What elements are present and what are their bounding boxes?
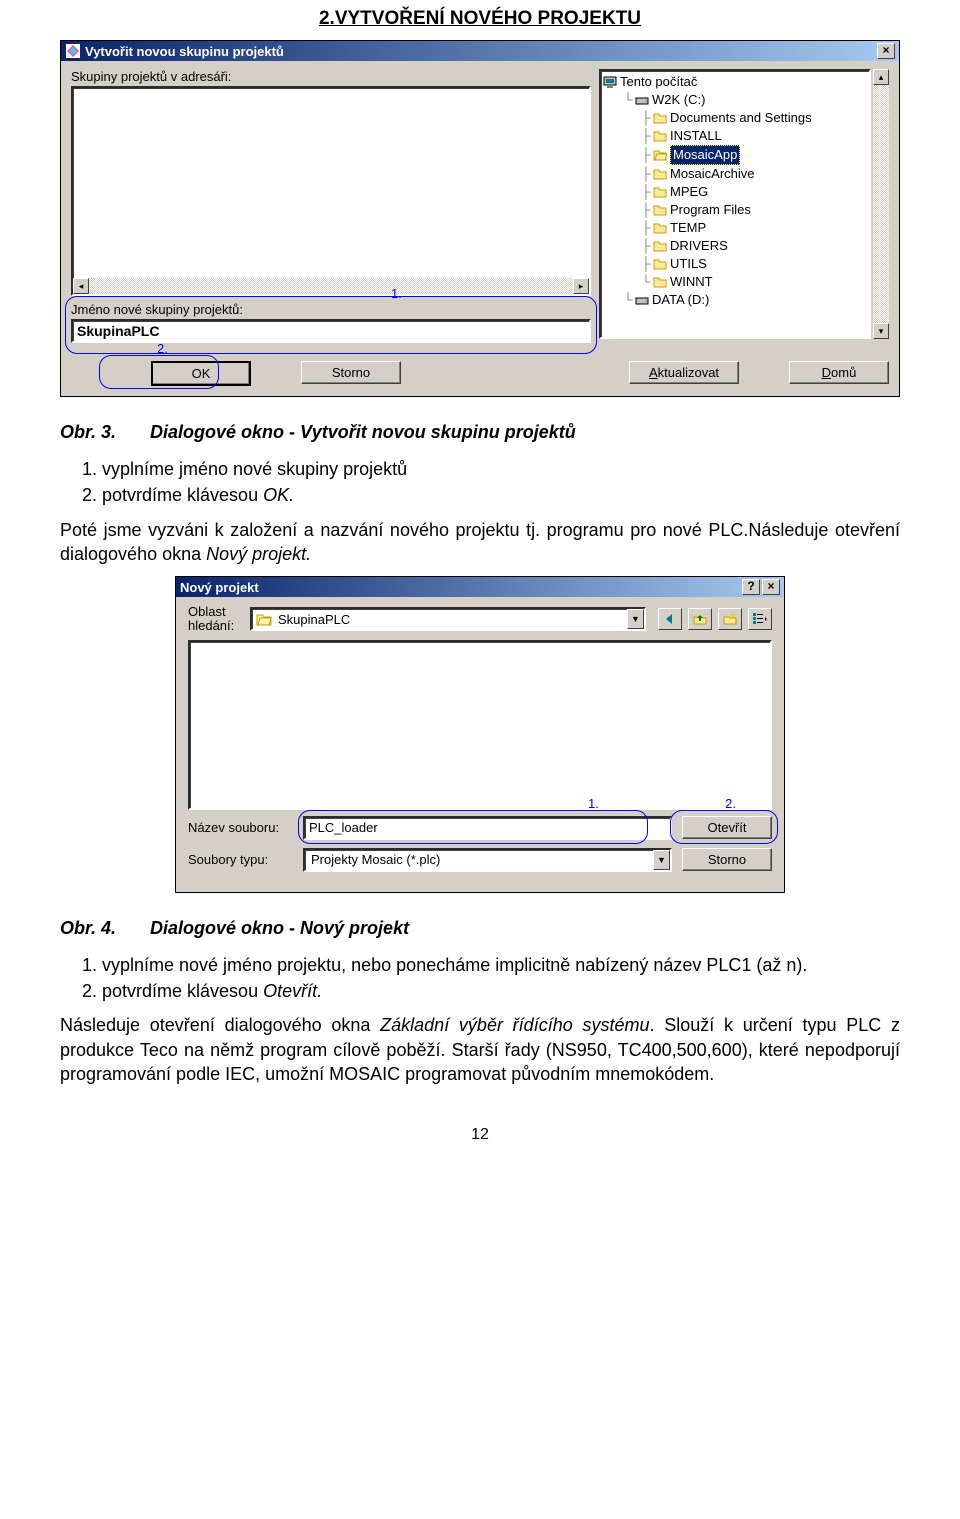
app-icon <box>65 43 81 59</box>
step-item: vyplníme jméno nové skupiny projektů <box>102 457 900 481</box>
step-item: potvrdíme klávesou OK. <box>102 483 900 507</box>
scroll-up-button[interactable]: ▴ <box>873 69 889 85</box>
group-name-input[interactable] <box>71 319 591 343</box>
folder-tree[interactable]: Tento počítač └ W2K (C:) ├Documents and … <box>599 69 871 339</box>
cancel-button[interactable]: Storno <box>301 361 401 384</box>
dialog-title: Vytvořit novou skupinu projektů <box>85 44 875 59</box>
scroll-right-button[interactable]: ▸ <box>573 278 589 294</box>
tree-item-label: Documents and Settings <box>670 109 812 127</box>
vertical-scrollbar[interactable]: ▴ ▾ <box>873 69 889 339</box>
figure-3-caption: Obr. 3. Dialogové okno - Vytvořit novou … <box>60 422 900 443</box>
scroll-track[interactable] <box>89 278 573 294</box>
tree-item-label: Program Files <box>670 201 751 219</box>
filename-label: Název souboru: <box>188 820 293 835</box>
dialog-new-project: Nový projekt ? × Oblast hledání: Skupina… <box>175 576 785 893</box>
up-one-level-button[interactable] <box>688 608 712 630</box>
steps-fig3: vyplníme jméno nové skupiny projektů pot… <box>82 457 900 508</box>
folder-icon <box>653 203 667 217</box>
section-heading: 2.VYTVOŘENÍ NOVÉHO PROJEKTU <box>60 8 900 30</box>
lookin-combo[interactable]: SkupinaPLC ▼ <box>250 607 646 631</box>
back-button[interactable] <box>658 608 682 630</box>
tree-item-label: UTILS <box>670 255 707 273</box>
caption-label: Obr. 3. <box>60 422 116 443</box>
steps-fig4: vyplníme nové jméno projektu, nebo ponec… <box>82 953 900 1004</box>
annotation-1: 1. <box>588 796 599 811</box>
caption-label: Obr. 4. <box>60 918 116 939</box>
paragraph-1: Poté jsme vyzváni k založení a nazvání n… <box>60 518 900 567</box>
folder-open-icon <box>653 148 667 162</box>
annotation-2: 2. <box>157 341 168 356</box>
group-name-label: Jméno nové skupiny projektů: <box>71 302 591 317</box>
dialog-create-group: Vytvořit novou skupinu projektů × Skupin… <box>60 40 900 397</box>
tree-item-label: WINNT <box>670 273 713 291</box>
filename-input[interactable] <box>303 816 672 840</box>
tree-item-label: TEMP <box>670 219 706 237</box>
folder-icon <box>653 111 667 125</box>
dialog-title: Nový projekt <box>180 580 740 595</box>
open-button[interactable]: Otevřít <box>682 816 772 839</box>
titlebar: Nový projekt ? × <box>176 577 784 597</box>
titlebar: Vytvořit novou skupinu projektů × <box>61 41 899 61</box>
tree-item-label: MosaicArchive <box>670 165 755 183</box>
folder-icon <box>653 275 667 289</box>
scroll-left-button[interactable]: ◂ <box>73 278 89 294</box>
drive-icon <box>635 293 649 307</box>
scroll-track[interactable] <box>873 85 889 323</box>
tree-item-selected-label: MosaicApp <box>670 145 740 165</box>
lookin-value: SkupinaPLC <box>276 612 627 627</box>
filetype-label: Soubory typu: <box>188 852 293 867</box>
filetype-value: Projekty Mosaic (*.plc) <box>305 852 653 867</box>
step-item: potvrdíme klávesou Otevřít. <box>102 979 900 1003</box>
tree-root-label: Tento počítač <box>620 73 697 91</box>
help-button[interactable]: ? <box>742 579 760 595</box>
step-item: vyplníme nové jméno projektu, nebo ponec… <box>102 953 900 977</box>
figure-4-caption: Obr. 4. Dialogové okno - Nový projekt <box>60 918 900 939</box>
view-menu-button[interactable] <box>748 608 772 630</box>
left-listbox-label: Skupiny projektů v adresáři: <box>71 69 591 84</box>
drive-icon <box>635 93 649 107</box>
lookin-label: Oblast hledání: <box>188 605 244 634</box>
folder-icon <box>653 129 667 143</box>
scroll-down-button[interactable]: ▾ <box>873 323 889 339</box>
close-button[interactable]: × <box>877 43 895 59</box>
cancel-button[interactable]: Storno <box>682 848 772 871</box>
close-button[interactable]: × <box>762 579 780 595</box>
figure-dialog-create-group: Vytvořit novou skupinu projektů × Skupin… <box>60 40 900 397</box>
annotation-1: 1. <box>391 286 402 301</box>
figure-dialog-new-project: Nový projekt ? × Oblast hledání: Skupina… <box>60 576 900 893</box>
tree-item-label: INSTALL <box>670 127 722 145</box>
annotation-2: 2. <box>725 796 736 811</box>
ok-button[interactable]: OK <box>151 361 251 386</box>
refresh-button[interactable]: Aktualizovat <box>629 361 739 384</box>
project-groups-listbox[interactable]: ◂ ▸ <box>71 86 591 296</box>
home-button[interactable]: Domů <box>789 361 889 384</box>
chevron-down-icon[interactable]: ▼ <box>627 609 644 629</box>
folder-icon <box>653 257 667 271</box>
folder-icon <box>653 239 667 253</box>
folder-icon <box>653 185 667 199</box>
chevron-down-icon[interactable]: ▼ <box>653 850 670 870</box>
tree-drive-c-label: W2K (C:) <box>652 91 705 109</box>
tree-item-label: DRIVERS <box>670 237 728 255</box>
caption-text: Dialogové okno - Nový projekt <box>150 918 409 939</box>
tree-drive-d-label: DATA (D:) <box>652 291 709 309</box>
page-number: 12 <box>60 1126 900 1144</box>
new-folder-button[interactable] <box>718 608 742 630</box>
file-list[interactable] <box>188 640 772 810</box>
filetype-combo[interactable]: Projekty Mosaic (*.plc) ▼ <box>303 848 672 872</box>
tree-item-label: MPEG <box>670 183 708 201</box>
caption-text: Dialogové okno - Vytvořit novou skupinu … <box>150 422 576 443</box>
horizontal-scrollbar[interactable]: ◂ ▸ <box>73 278 589 294</box>
folder-icon <box>653 221 667 235</box>
computer-icon <box>603 75 617 89</box>
paragraph-2: Následuje otevření dialogového okna Zákl… <box>60 1013 900 1086</box>
folder-open-icon <box>256 611 272 627</box>
folder-icon <box>653 167 667 181</box>
